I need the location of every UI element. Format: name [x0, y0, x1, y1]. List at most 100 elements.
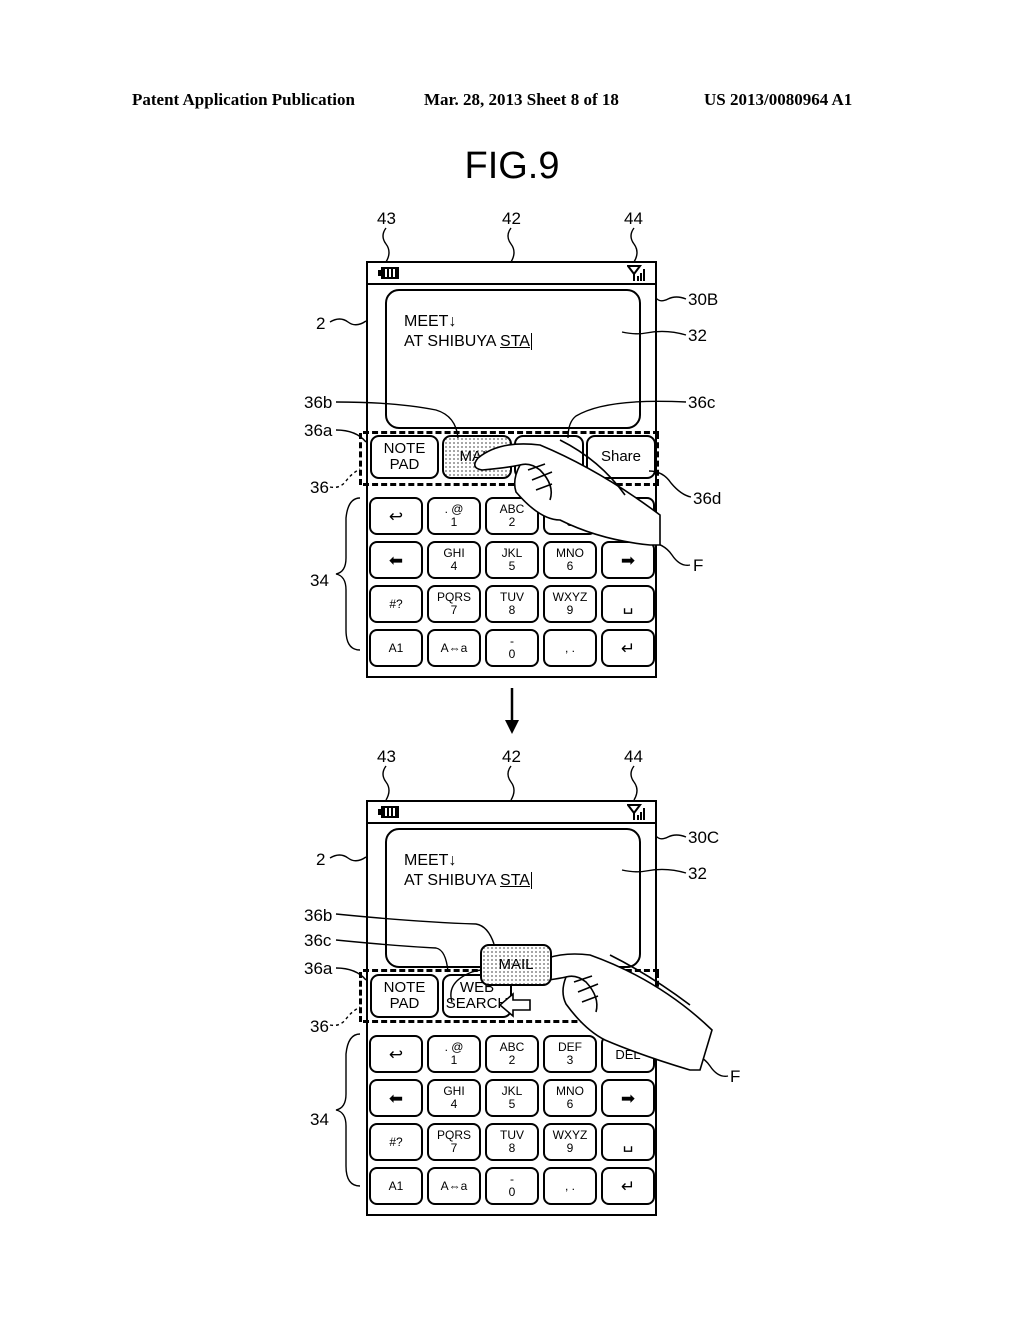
- key-space[interactable]: ␣: [601, 1123, 655, 1161]
- key-left-arrow[interactable]: ⬅: [369, 541, 423, 579]
- key-sublabel: 2: [508, 1053, 516, 1067]
- keyboard-key[interactable]: ABC 2: [485, 497, 539, 535]
- keyboard-key[interactable]: WXYZ 9: [543, 585, 597, 623]
- key-right-arrow[interactable]: ➡: [601, 1079, 655, 1117]
- signal-icon: [627, 265, 645, 281]
- key-space[interactable]: ␣: [601, 585, 655, 623]
- enter-icon: ↵: [620, 638, 636, 658]
- ref-label: 30B: [688, 290, 719, 309]
- keyboard-key[interactable]: GHI 4: [427, 1079, 481, 1117]
- leader-line: [683, 1051, 729, 1077]
- ref-label: 36d: [693, 489, 722, 508]
- brace: [335, 1033, 361, 1187]
- status-bar: [368, 263, 655, 285]
- key-sublabel: 8: [508, 603, 516, 617]
- keyboard-key[interactable]: DEF 3: [543, 497, 597, 535]
- key-sublabel: 1: [450, 1053, 458, 1067]
- key-enter[interactable]: ↵: [601, 1167, 655, 1205]
- key-enter[interactable]: ↵: [601, 629, 655, 667]
- keyboard-key[interactable]: PQRS 7: [427, 1123, 481, 1161]
- key-right-arrow[interactable]: ➡: [601, 541, 655, 579]
- text-input-area[interactable]: MEET↓ AT SHIBUYA STA: [385, 289, 641, 429]
- leader-line: [329, 1006, 361, 1027]
- function-key-notepad[interactable]: NOTE PAD: [370, 435, 439, 479]
- keyboard-key[interactable]: A1: [369, 1167, 423, 1205]
- key-sublabel: 2: [508, 515, 516, 529]
- function-key-share[interactable]: Share: [586, 435, 656, 479]
- patent-number: US 2013/0080964 A1: [704, 90, 853, 109]
- ref-label: 36b: [304, 906, 333, 925]
- ref-label: 36c: [304, 931, 332, 950]
- keyboard-key[interactable]: #?: [369, 1123, 423, 1161]
- function-row-border-left: [359, 972, 362, 1022]
- keyboard-key[interactable]: . @1: [427, 1035, 481, 1073]
- key-sublabel: 1: [450, 515, 458, 529]
- key-sublabel: 6: [566, 1097, 574, 1111]
- battery-icon: [378, 806, 399, 818]
- text-cursor: [530, 872, 537, 889]
- key-sublabel: 0: [508, 647, 516, 661]
- function-key-notepad[interactable]: NOTE PAD: [370, 974, 439, 1018]
- text-line-2: AT SHIBUYA STA: [404, 332, 537, 351]
- key-back[interactable]: ↩: [369, 1035, 423, 1073]
- left-arrow-icon: ⬅: [388, 550, 404, 570]
- key-label: NOTE: [383, 979, 426, 996]
- key-label: MAIL: [459, 448, 495, 465]
- keyboard-key[interactable]: ABC 2: [485, 1035, 539, 1073]
- key-sublabel: 7: [450, 603, 458, 617]
- key-sublabel: 4: [450, 1097, 458, 1111]
- keyboard-key[interactable]: WXYZ 9: [543, 1123, 597, 1161]
- key-label: A1: [388, 640, 404, 655]
- key-label: A⇔a: [440, 640, 468, 655]
- keyboard-key[interactable]: MNO 6: [543, 541, 597, 579]
- keyboard-key[interactable]: A⇔a: [427, 1167, 481, 1205]
- function-key-mail-dragging[interactable]: MAIL: [480, 944, 552, 986]
- ref-label: 34: [310, 1110, 329, 1129]
- keyboard-key[interactable]: MNO 6: [543, 1079, 597, 1117]
- leader-line: [630, 227, 638, 263]
- key-label: PAD: [389, 456, 420, 473]
- keyboard-key[interactable]: JKL 5: [485, 541, 539, 579]
- keyboard-key[interactable]: GHI 4: [427, 541, 481, 579]
- keyboard-key[interactable]: , .: [543, 629, 597, 667]
- leader-line: [329, 468, 361, 489]
- key-left-arrow[interactable]: ⬅: [369, 1079, 423, 1117]
- text-cursor: [530, 333, 537, 350]
- function-row-border-left: [359, 433, 362, 485]
- key-delete[interactable]: DEL: [601, 497, 655, 535]
- key-label: PAD: [389, 995, 420, 1012]
- keyboard-key[interactable]: A1: [369, 629, 423, 667]
- ref-label: 2: [316, 850, 326, 869]
- ref-label: 34: [310, 571, 329, 590]
- ref-label: 32: [688, 326, 707, 345]
- leader-line: [507, 765, 515, 801]
- function-key-hidden[interactable]: [514, 435, 584, 479]
- keyboard-key[interactable]: DEF 3: [543, 1035, 597, 1073]
- ref-label: 36c: [688, 393, 716, 412]
- keyboard-key[interactable]: #?: [369, 585, 423, 623]
- brace: [335, 497, 361, 651]
- key-sublabel: 5: [508, 559, 516, 573]
- signal-icon: [627, 804, 645, 820]
- keyboard-key[interactable]: -0: [485, 629, 539, 667]
- keyboard-key[interactable]: A⇔a: [427, 629, 481, 667]
- keyboard-key[interactable]: , .: [543, 1167, 597, 1205]
- key-label: Share: [600, 448, 642, 465]
- keyboard-key[interactable]: PQRS 7: [427, 585, 481, 623]
- figure-title: FIG.9: [464, 145, 560, 187]
- keyboard-key[interactable]: . @1: [427, 497, 481, 535]
- key-sublabel: 0: [508, 1185, 516, 1199]
- keyboard-key[interactable]: TUV 8: [485, 1123, 539, 1161]
- text-underlined-composition: STA: [500, 872, 530, 889]
- keyboard-key[interactable]: -0: [485, 1167, 539, 1205]
- function-row-border-right: [656, 433, 659, 485]
- ref-label: 32: [688, 864, 707, 883]
- key-delete[interactable]: DEL: [601, 1035, 655, 1073]
- keyboard-key[interactable]: JKL 5: [485, 1079, 539, 1117]
- function-key-mail-selected[interactable]: MAIL: [442, 435, 512, 479]
- key-label: #?: [389, 1134, 403, 1149]
- key-back[interactable]: ↩: [369, 497, 423, 535]
- ref-label: 36: [310, 1017, 329, 1036]
- right-arrow-icon: ➡: [620, 1088, 636, 1108]
- keyboard-key[interactable]: TUV 8: [485, 585, 539, 623]
